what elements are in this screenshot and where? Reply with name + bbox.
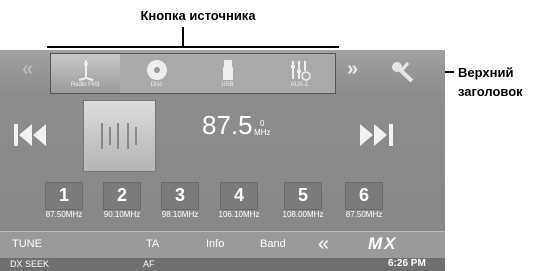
source-button-annotation: Кнопка источника [140, 8, 256, 23]
seek-back-icon[interactable] [14, 122, 48, 148]
source-radio[interactable]: Radio FM1 [51, 54, 120, 93]
tune-button[interactable]: TUNE [12, 238, 42, 250]
preset-number: 6 [358, 185, 369, 205]
wrench-icon[interactable] [390, 60, 416, 84]
preset-3-button[interactable]: 3 98.10MHz [155, 182, 205, 225]
preset-4-button[interactable]: 4 106.10MHz [214, 182, 264, 225]
top-header-bar: « Radio FM1 Disc USB AUX-1 » [0, 50, 445, 97]
preset-number: 1 [58, 185, 69, 205]
preset-frequency: 106.10MHz [218, 210, 260, 219]
preset-row: 1 87.50MHz 2 90.10MHz 3 98.10MHz 4 106.1… [0, 177, 445, 227]
usb-icon [222, 60, 233, 80]
aux-icon [290, 61, 311, 81]
preset-frequency: 108.00MHz [282, 210, 324, 219]
callout-line [182, 27, 184, 48]
scroll-right-button[interactable]: » [347, 58, 358, 81]
tuner-area: 87.5 0 MHz [0, 97, 445, 177]
band-button[interactable]: Band [260, 238, 286, 250]
source-usb[interactable]: USB [193, 54, 262, 93]
ta-button[interactable]: TA [146, 238, 159, 250]
source-label: Radio FM1 [70, 82, 101, 88]
preset-number: 5 [297, 185, 308, 205]
source-label: USB [221, 82, 234, 88]
tuning-dial-button[interactable] [83, 100, 156, 172]
preset-number: 4 [233, 185, 244, 205]
source-label: Disc [150, 82, 163, 88]
preset-number: 2 [116, 185, 127, 205]
seek-mode-indicator: DX SEEK [10, 259, 50, 269]
source-aux[interactable]: AUX-1 [264, 54, 335, 93]
bottom-function-bar: TUNE TA Info Band « MX [0, 231, 445, 259]
preset-5-button[interactable]: 5 108.00MHz [278, 182, 328, 225]
source-selector: Radio FM1 Disc USB AUX-1 [50, 53, 336, 94]
preset-number: 3 [174, 185, 185, 205]
tuning-scale-icon [101, 123, 137, 149]
callout-line [47, 46, 339, 48]
preset-6-button[interactable]: 6 87.50MHz [339, 182, 389, 225]
frequency-unit: 0 MHz [254, 119, 271, 137]
status-bar: DX SEEK AF 6:26 PM [0, 258, 445, 271]
preset-frequency: 87.50MHz [45, 210, 83, 219]
disc-icon [146, 60, 167, 80]
preset-frequency: 98.10MHz [161, 210, 199, 219]
header-annotation: Верхний заголовок [458, 65, 523, 99]
source-label: AUX-1 [290, 82, 309, 88]
frequency-display: 87.5 [202, 110, 253, 140]
radio-icon [78, 60, 93, 81]
info-button[interactable]: Info [206, 238, 224, 250]
scroll-left-button[interactable]: « [22, 58, 33, 81]
preset-frequency: 87.50MHz [345, 210, 383, 219]
preset-frequency: 90.10MHz [103, 210, 141, 219]
head-unit-screen: « Radio FM1 Disc USB AUX-1 » 87.5 0 MHz … [0, 50, 445, 271]
mx-logo[interactable]: MX [368, 234, 398, 254]
source-disc[interactable]: Disc [122, 54, 191, 93]
back-button[interactable]: « [318, 233, 329, 256]
clock: 6:26 PM [388, 258, 426, 269]
af-indicator: AF [143, 259, 155, 269]
preset-1-button[interactable]: 1 87.50MHz [39, 182, 89, 225]
seek-forward-icon[interactable] [360, 122, 394, 148]
preset-2-button[interactable]: 2 90.10MHz [97, 182, 147, 225]
